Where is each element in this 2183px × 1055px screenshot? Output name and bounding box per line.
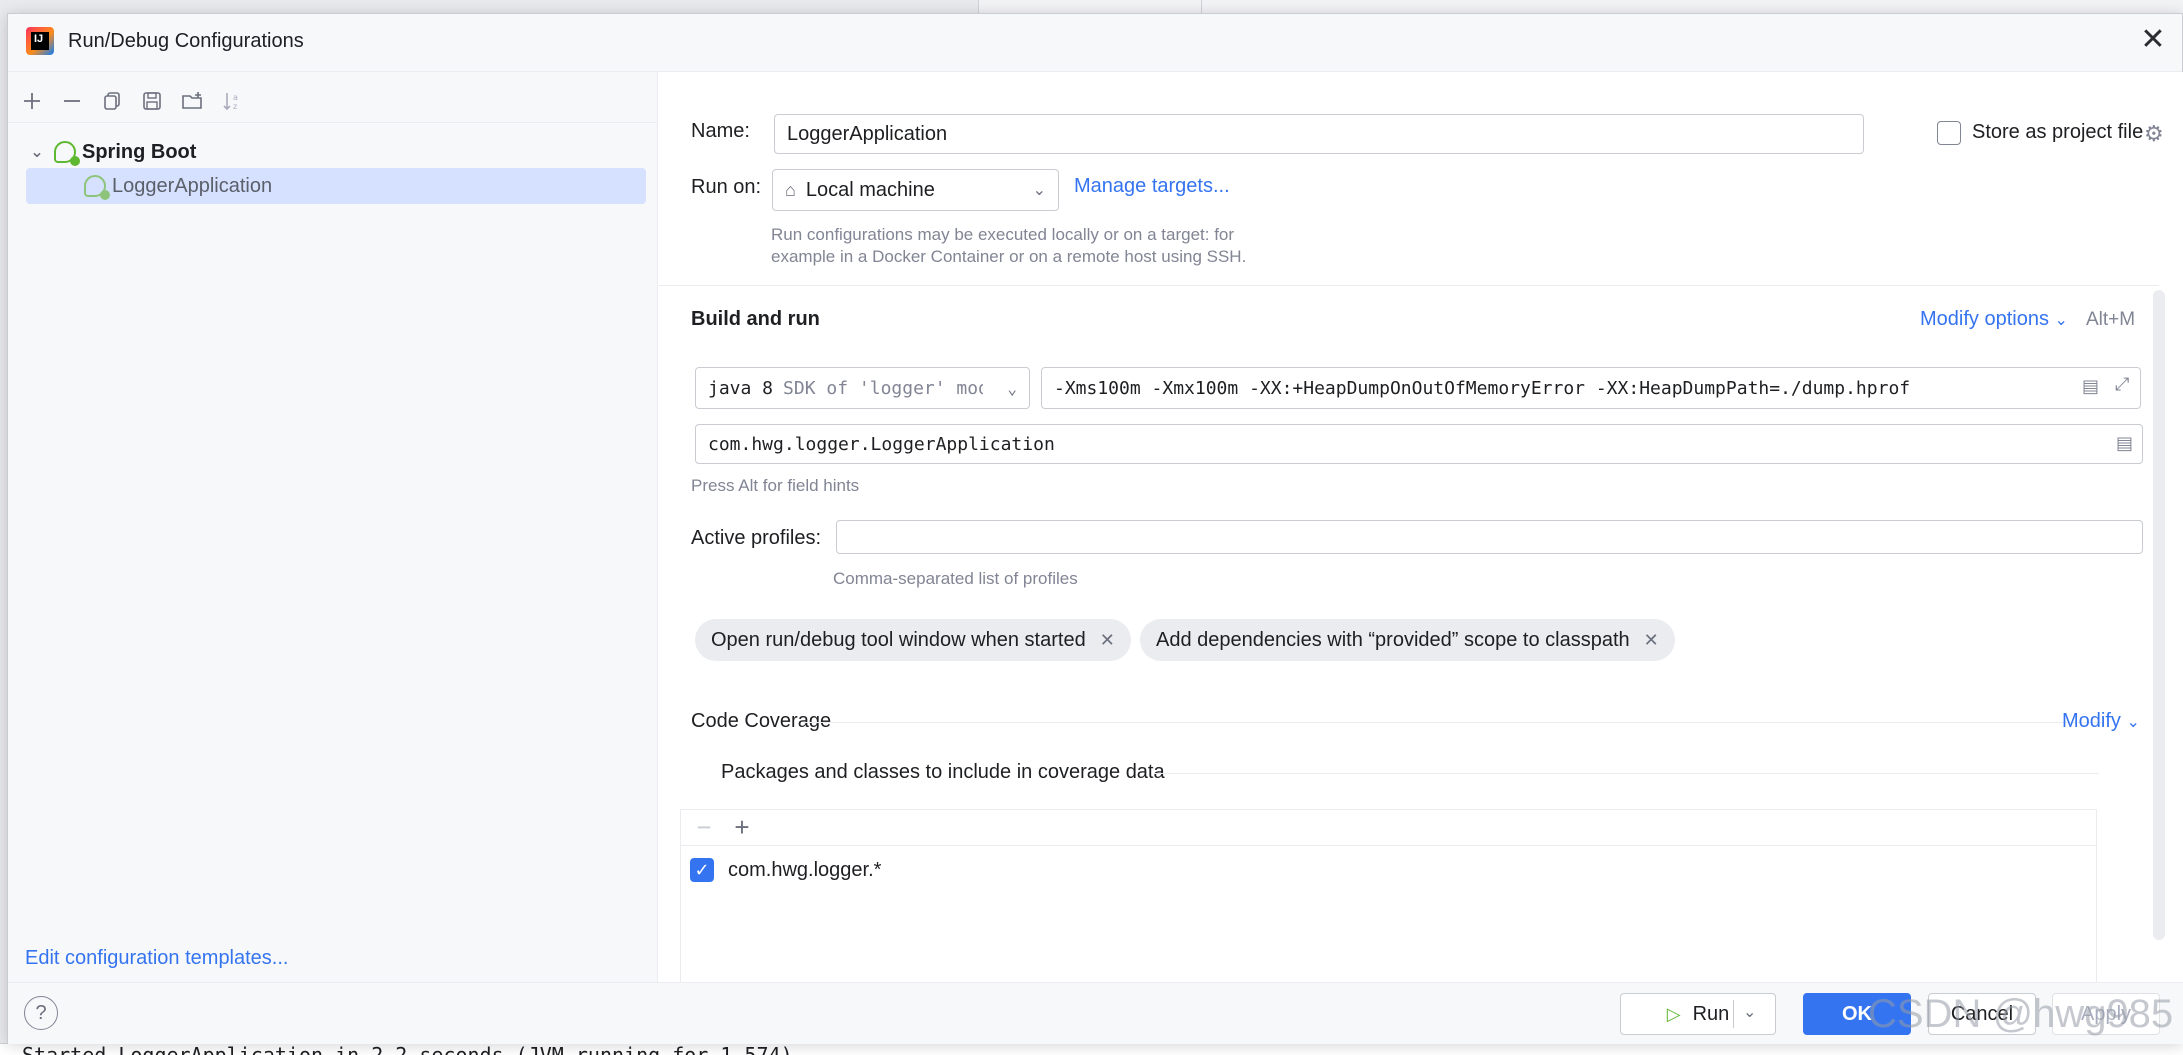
run-button[interactable]: ▷ Run ⌄ (1620, 993, 1776, 1035)
run-on-dropdown[interactable]: ⌂ Local machine ⌄ (772, 169, 1059, 211)
sidebar-divider (8, 122, 658, 123)
chevron-down-icon: ⌄ (2126, 714, 2140, 731)
configuration-form: Name: LoggerApplication Store as project… (659, 72, 2183, 982)
save-configuration-button[interactable] (136, 86, 168, 116)
copy-icon (104, 92, 120, 110)
add-package-icon[interactable]: + (729, 812, 755, 843)
folder-add-icon (182, 92, 202, 109)
vertical-scrollbar[interactable] (2153, 290, 2165, 940)
copy-configuration-button[interactable] (96, 86, 128, 116)
store-as-project-file-checkbox[interactable] (1937, 121, 1961, 145)
jdk-value: java 8 (708, 377, 774, 399)
sort-configurations-button[interactable]: az (216, 86, 248, 116)
chip-label: Open run/debug tool window when started (711, 628, 1086, 651)
configurations-sidebar: az ⌄ Spring Boot LoggerApplication Edit … (8, 72, 658, 982)
store-as-project-file-label: Store as project file (1972, 121, 2144, 143)
vm-options-input[interactable]: -Xms100m -Xmx100m -XX:+HeapDumpOnOutOfMe… (1041, 367, 2141, 409)
background-window-strip (978, 0, 2183, 13)
ok-button[interactable]: OK (1803, 993, 1911, 1035)
run-on-hint-line-2: example in a Docker Container or on a re… (771, 247, 1247, 266)
dialog-title: Run/Debug Configurations (68, 30, 304, 52)
field-hints-text: Press Alt for field hints (691, 476, 860, 495)
dialog-button-bar: ? ▷ Run ⌄ OK Cancel Apply (8, 982, 2183, 1044)
sidebar-toolbar: az (16, 86, 248, 116)
browse-class-icon[interactable]: ▤ (2116, 433, 2133, 454)
run-button-label: Run (1692, 1002, 1730, 1025)
active-profiles-input[interactable] (836, 520, 2143, 554)
svg-text:a: a (233, 93, 238, 102)
build-and-run-heading: Build and run (691, 308, 820, 330)
remove-configuration-button[interactable] (56, 86, 88, 116)
chevron-down-icon[interactable]: ⌄ (26, 142, 48, 162)
tree-item-spring-boot[interactable]: ⌄ Spring Boot (26, 134, 646, 170)
minus-icon (64, 100, 80, 102)
run-on-value: Local machine (805, 178, 935, 201)
name-label: Name: (691, 120, 750, 142)
modify-options-link[interactable]: Modify options ⌄ (1920, 308, 2068, 331)
spring-boot-icon (84, 175, 110, 200)
intellij-logo-icon: IJ (26, 27, 54, 55)
modify-label: Modify (2062, 710, 2121, 732)
code-coverage-divider (803, 722, 2103, 723)
sort-alphabetically-icon: az (223, 93, 238, 111)
chip-label: Add dependencies with “provided” scope t… (1156, 628, 1630, 651)
list-item[interactable]: ✓ com.hwg.logger.* (690, 858, 881, 882)
tree-item-label: Spring Boot (82, 140, 197, 163)
expand-text-icon[interactable]: ▤ (2082, 376, 2099, 397)
modify-coverage-link[interactable]: Modify ⌄ (2062, 710, 2140, 733)
background-console-line: Started LoggerApplication in 2.2 seconds… (0, 1043, 2183, 1055)
maximize-icon[interactable]: ⤢ (2115, 374, 2129, 395)
section-divider (659, 285, 2159, 286)
packages-heading: Packages and classes to include in cover… (721, 761, 1165, 783)
active-profiles-label: Active profiles: (691, 527, 822, 549)
modify-options-label: Modify options (1920, 308, 2049, 330)
remove-package-icon[interactable]: − (691, 812, 717, 843)
cancel-button[interactable]: Cancel (1928, 993, 2036, 1035)
chevron-down-icon: ⌄ (2054, 312, 2068, 329)
vm-options-value: -Xms100m -Xmx100m -XX:+HeapDumpOnOutOfMe… (1054, 377, 1911, 399)
run-on-label: Run on: (691, 176, 762, 198)
run-split-divider (1733, 1000, 1734, 1028)
chevron-down-icon: ⌄ (1032, 182, 1046, 199)
home-icon: ⌂ (785, 179, 796, 200)
apply-button[interactable]: Apply (2052, 993, 2160, 1035)
packages-list: − + ✓ com.hwg.logger.* (680, 809, 2097, 982)
chevron-down-icon: ⌄ (1007, 378, 1017, 398)
edit-configuration-templates-link[interactable]: Edit configuration templates... (25, 947, 288, 970)
spring-boot-icon (54, 141, 80, 166)
manage-targets-link[interactable]: Manage targets... (1074, 175, 1230, 198)
plus-icon (24, 93, 40, 109)
close-icon[interactable]: ✕ (2138, 25, 2168, 56)
close-icon[interactable]: ✕ (1100, 630, 1115, 651)
modify-options-shortcut: Alt+M (2086, 309, 2136, 330)
jdk-detail: SDK of 'logger' module (783, 377, 983, 399)
gear-icon[interactable]: ⚙ (2144, 121, 2164, 147)
option-chip-open-tool-window[interactable]: Open run/debug tool window when started … (695, 619, 1131, 661)
active-profiles-hint: Comma-separated list of profiles (833, 569, 1078, 588)
run-debug-configurations-dialog: IJ Run/Debug Configurations ✕ az ⌄ Sprin… (7, 13, 2183, 1044)
package-checkbox[interactable]: ✓ (690, 858, 714, 882)
save-icon (143, 92, 161, 110)
option-chip-provided-scope[interactable]: Add dependencies with “provided” scope t… (1140, 619, 1675, 661)
close-icon[interactable]: ✕ (1644, 630, 1659, 651)
name-input[interactable]: LoggerApplication (774, 114, 1864, 154)
add-configuration-button[interactable] (16, 86, 48, 116)
dialog-titlebar: IJ Run/Debug Configurations ✕ (8, 14, 2182, 72)
packages-toolbar: − + (681, 810, 2096, 846)
chevron-down-icon[interactable]: ⌄ (1743, 1002, 1756, 1022)
tree-item-logger-application[interactable]: LoggerApplication (26, 168, 646, 204)
main-class-input[interactable]: com.hwg.logger.LoggerApplication (695, 424, 2143, 464)
jdk-dropdown[interactable]: java 8 SDK of 'logger' module ⌄ (695, 367, 1030, 409)
packages-divider (1154, 773, 2099, 774)
name-value: LoggerApplication (787, 122, 948, 145)
play-icon: ▷ (1666, 1003, 1681, 1024)
new-folder-button[interactable] (176, 86, 208, 116)
svg-text:z: z (233, 102, 237, 111)
main-class-value: com.hwg.logger.LoggerApplication (708, 433, 1055, 455)
help-button[interactable]: ? (24, 996, 58, 1030)
run-on-hint-line-1: Run configurations may be executed local… (771, 225, 1235, 244)
tree-item-label: LoggerApplication (112, 174, 273, 197)
package-pattern: com.hwg.logger.* (728, 858, 882, 881)
